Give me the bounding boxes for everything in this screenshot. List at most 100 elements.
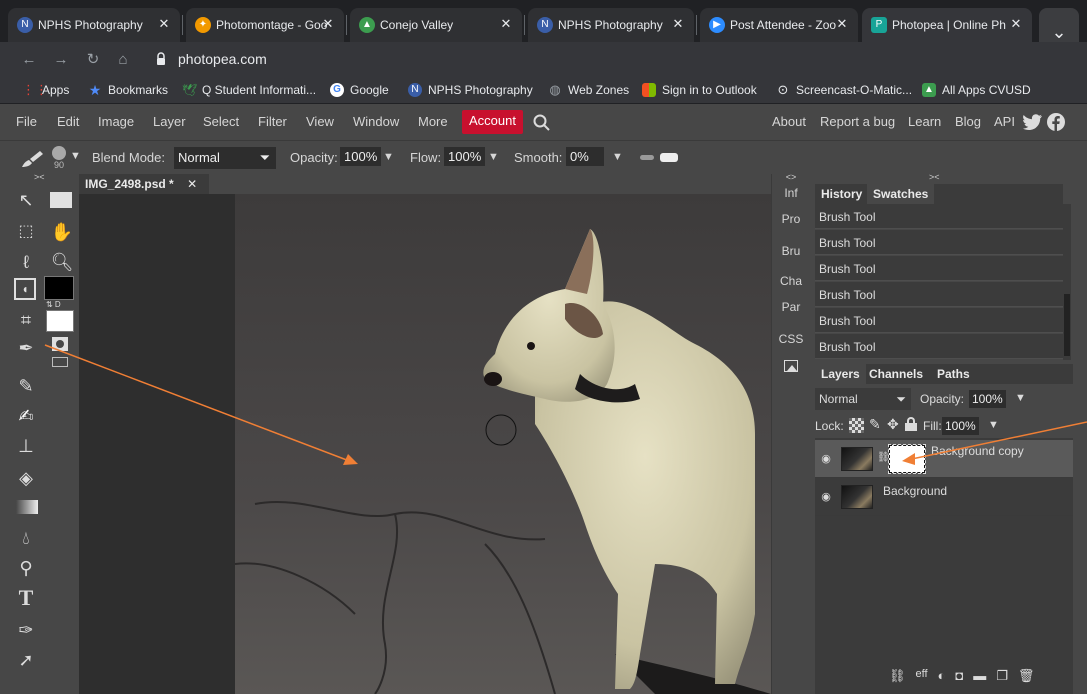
properties-panel-tab[interactable]: Pro bbox=[772, 212, 810, 226]
menu-learn[interactable]: Learn bbox=[908, 114, 941, 129]
menu-window[interactable]: Window bbox=[353, 114, 399, 129]
caret-down-icon[interactable]: ▼ bbox=[488, 151, 499, 163]
brush-tool-icon[interactable]: ✍ bbox=[14, 404, 38, 428]
layer-mask-thumbnail[interactable] bbox=[888, 444, 926, 474]
history-item[interactable]: Brush Tool bbox=[815, 334, 1063, 359]
menu-filter[interactable]: Filter bbox=[258, 114, 287, 129]
bookmark-google[interactable]: G Google bbox=[330, 83, 389, 97]
tab-channels[interactable]: Channels bbox=[863, 364, 929, 384]
caret-down-icon[interactable]: ▼ bbox=[612, 151, 623, 163]
browser-tab[interactable]: N NPHS Photography ✕ bbox=[8, 8, 180, 42]
flow-field[interactable]: 100% bbox=[444, 147, 486, 166]
browser-tab[interactable]: N NPHS Photography ✕ bbox=[528, 8, 694, 42]
collapse-strip-icon[interactable]: <> bbox=[772, 172, 810, 182]
history-item[interactable]: Brush Tool bbox=[815, 308, 1063, 333]
lock-move-icon[interactable]: ✥ bbox=[887, 416, 899, 433]
crop-tool-icon[interactable]: ⌗ bbox=[14, 308, 38, 332]
pen-tool-icon[interactable]: ✑ bbox=[14, 618, 38, 642]
link-layers-icon[interactable]: ⛓ bbox=[889, 668, 906, 688]
brush-preview-icon[interactable] bbox=[52, 146, 66, 160]
menu-blog[interactable]: Blog bbox=[955, 114, 981, 129]
blur-tool-icon[interactable]: 💧︎ bbox=[14, 526, 38, 550]
quick-mask-icon[interactable] bbox=[52, 337, 68, 351]
bookmark-cvusd[interactable]: ▲ All Apps CVUSD bbox=[922, 83, 1031, 97]
opacity-field[interactable]: 100% bbox=[340, 147, 382, 166]
history-item[interactable]: Brush Tool bbox=[815, 256, 1063, 281]
type-tool-icon[interactable]: T bbox=[14, 586, 38, 610]
back-icon[interactable]: ← bbox=[20, 51, 38, 69]
swap-colors-icon[interactable]: ⇅ D bbox=[46, 300, 61, 309]
bookmark-outlook[interactable]: Sign in to Outlook bbox=[642, 83, 757, 97]
pressure-toggle[interactable] bbox=[640, 153, 678, 162]
rectangle-tool-icon[interactable] bbox=[50, 192, 72, 208]
menu-more[interactable]: More bbox=[418, 114, 448, 129]
browser-tab[interactable]: ✦ Photomontage - Goo ✕ bbox=[186, 8, 344, 42]
tab-layers[interactable]: Layers bbox=[815, 364, 866, 384]
character-panel-tab[interactable]: Cha bbox=[772, 274, 810, 288]
dodge-tool-icon[interactable]: ⚲ bbox=[14, 556, 38, 580]
close-icon[interactable]: ✕ bbox=[1008, 16, 1024, 32]
bookmark-web-zones[interactable]: ◍ Web Zones bbox=[548, 83, 629, 98]
move-tool-icon[interactable]: ↖ bbox=[14, 188, 38, 212]
document-tab[interactable]: IMG_2498.psd * ✕ bbox=[79, 174, 209, 194]
layer-opacity-field[interactable]: 100% bbox=[969, 390, 1006, 408]
bookmark-screencast[interactable]: ⊙ Screencast-O-Matic... bbox=[776, 83, 912, 98]
lock-transparency-icon[interactable] bbox=[849, 418, 864, 433]
eraser-tool-icon[interactable]: ◈ bbox=[14, 466, 38, 490]
browser-tab[interactable]: ▲ Conejo Valley ✕ bbox=[350, 8, 522, 42]
browser-tab-active[interactable]: P Photopea | Online Ph ✕ bbox=[862, 8, 1032, 42]
adjustment-icon[interactable]: ◐ bbox=[938, 668, 946, 688]
address-bar[interactable]: photopea.com bbox=[178, 51, 267, 67]
home-icon[interactable]: ⌂ bbox=[114, 51, 132, 69]
zoom-tool-icon[interactable]: 🔍︎ bbox=[50, 250, 74, 274]
eye-icon[interactable]: ◉ bbox=[819, 452, 833, 466]
eye-icon[interactable]: ◉ bbox=[819, 490, 833, 504]
browser-tab[interactable]: ▶ Post Attendee - Zoo ✕ bbox=[700, 8, 858, 42]
healing-brush-tool-icon[interactable]: ✎ bbox=[14, 374, 38, 398]
new-layer-icon[interactable]: ❐ bbox=[996, 668, 1008, 688]
trash-icon[interactable]: 🗑︎ bbox=[1018, 668, 1035, 688]
caret-down-icon[interactable]: ▼ bbox=[383, 151, 394, 163]
account-button[interactable]: Account bbox=[462, 110, 523, 134]
menu-file[interactable]: File bbox=[16, 114, 37, 129]
close-icon[interactable]: ✕ bbox=[156, 16, 172, 32]
menu-select[interactable]: Select bbox=[203, 114, 239, 129]
reload-icon[interactable]: ↻ bbox=[84, 51, 102, 69]
forward-icon[interactable]: → bbox=[52, 51, 70, 69]
lasso-tool-icon[interactable]: ℓ bbox=[14, 250, 38, 274]
twitter-icon[interactable] bbox=[1023, 114, 1043, 130]
tab-paths[interactable]: Paths bbox=[931, 364, 976, 384]
lock-paint-icon[interactable]: ✎ bbox=[869, 416, 881, 433]
history-item[interactable]: Brush Tool bbox=[815, 230, 1063, 255]
blend-mode-select[interactable]: Normal ⏷ bbox=[174, 147, 276, 169]
close-icon[interactable]: ✕ bbox=[670, 16, 686, 32]
info-panel-tab[interactable]: Inf bbox=[772, 186, 810, 200]
history-item[interactable]: Brush Tool bbox=[815, 282, 1063, 307]
caret-down-icon[interactable]: ▼ bbox=[988, 419, 999, 431]
image-panel-icon[interactable] bbox=[784, 360, 798, 372]
tab-history[interactable]: History bbox=[815, 184, 869, 204]
quick-select-tool-icon[interactable]: ◖ bbox=[14, 278, 36, 300]
lock-all-icon[interactable] bbox=[905, 417, 917, 431]
bookmark-apps[interactable]: ⋮⋮ Apps bbox=[22, 83, 69, 98]
caret-down-icon[interactable]: ▼ bbox=[1015, 392, 1026, 404]
layer-blend-select[interactable]: Normal ⏷ bbox=[815, 388, 911, 410]
foreground-color-swatch[interactable] bbox=[44, 276, 74, 300]
close-icon[interactable]: ✕ bbox=[498, 16, 514, 32]
close-icon[interactable]: ✕ bbox=[834, 16, 850, 32]
menu-layer[interactable]: Layer bbox=[153, 114, 186, 129]
collapse-panel-icon[interactable]: >< bbox=[34, 172, 45, 182]
menu-report-bug[interactable]: Report a bug bbox=[820, 114, 895, 129]
eyedropper-tool-icon[interactable]: ✒ bbox=[14, 336, 38, 360]
layer-row-background[interactable]: ◉ Background bbox=[815, 478, 1073, 516]
brush-tool-icon[interactable] bbox=[20, 149, 46, 169]
caret-down-icon[interactable]: ▼ bbox=[70, 150, 81, 162]
hand-tool-icon[interactable]: ✋ bbox=[50, 220, 74, 244]
bookmark-q-student[interactable]: 🕊 Q Student Informati... bbox=[182, 83, 316, 97]
tab-swatches[interactable]: Swatches bbox=[867, 184, 935, 204]
fx-icon[interactable]: eff bbox=[916, 668, 928, 688]
history-item[interactable]: Brush Tool bbox=[815, 204, 1063, 229]
folder-icon[interactable]: ▬ bbox=[973, 668, 986, 688]
smooth-field[interactable]: 0% bbox=[566, 147, 604, 166]
menu-about[interactable]: About bbox=[772, 114, 806, 129]
